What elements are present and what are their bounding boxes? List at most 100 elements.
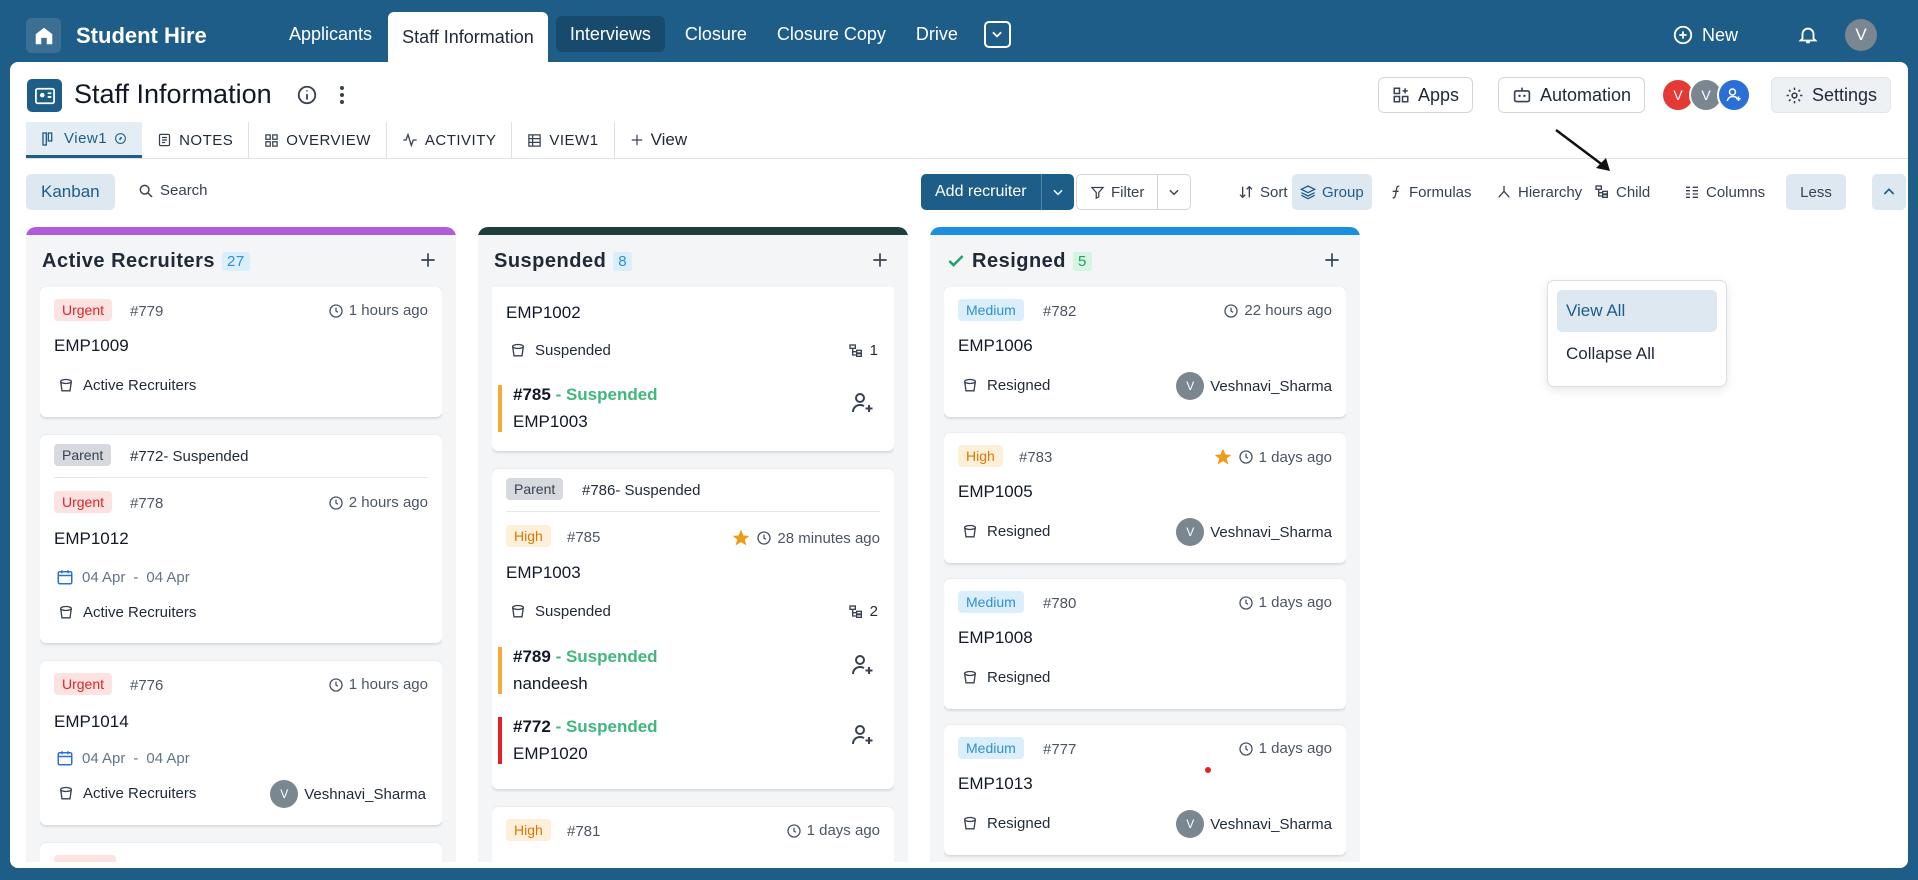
kanban-column-suspended: Suspended 8 EMP1002 Suspended 1 #785 - S… [478,227,908,862]
clock-icon [329,677,343,692]
view-tabs: View1 NOTES OVERVIEW ACTIVITY VIEW1 View [26,122,702,158]
nav-more-chevron-icon[interactable] [983,20,1011,48]
child-button[interactable]: Child [1586,174,1658,210]
settings-button[interactable]: Settings [1771,77,1892,113]
apps-button[interactable]: Apps [1378,77,1474,113]
child-task[interactable]: #789 - Suspended nandeesh [498,647,888,694]
add-view-button[interactable]: View [615,122,703,158]
compass-icon [115,133,127,144]
formulas-button[interactable]: Formulas [1381,174,1480,210]
more-options-icon[interactable] [338,84,346,106]
columns-button[interactable]: Columns [1676,174,1773,210]
chevron-down-icon[interactable] [1042,174,1074,210]
priority-badge: Urgent [54,673,113,695]
priority-badge [54,855,116,862]
filter-button[interactable]: Filter [1076,174,1192,210]
add-recruiter-label[interactable]: Add recruiter [921,174,1042,210]
employee-id: EMP1009 [54,336,129,355]
chevron-up-icon[interactable] [1872,174,1906,210]
clock-icon [786,823,801,838]
home-icon[interactable] [26,18,61,53]
child-task[interactable]: #785 - Suspended EMP1003 [498,385,888,432]
subtask-count[interactable]: 2 [848,603,878,620]
kanban-button[interactable]: Kanban [26,174,115,210]
start-date: 04 Apr [82,749,126,767]
tab-view1-table[interactable]: VIEW1 [512,122,615,158]
time-ago: 1 days ago [1238,594,1332,611]
task-card[interactable]: Medium #777 1 days ago EMP1013 Resigned … [944,725,1346,855]
add-card-icon[interactable] [418,250,438,270]
user-avatar[interactable]: V [1845,19,1877,51]
star-icon[interactable] [1213,447,1233,467]
time-ago-text: 1 days ago [1258,740,1332,757]
info-icon[interactable] [296,84,318,106]
assignee[interactable]: V Veshnavi_Sharma [1176,518,1332,546]
less-button[interactable]: Less [1786,174,1846,210]
task-card[interactable]: EMP1002 Suspended 1 #785 - Suspended EMP… [492,287,894,451]
task-id: #779 [130,303,164,320]
task-card[interactable]: High #781 1 days ago [492,807,894,862]
filter-main[interactable]: Filter [1077,175,1159,209]
task-card[interactable]: Urgent #776 1 hours ago EMP1014 04 Apr -0… [40,661,442,825]
menu-item-collapse-all[interactable]: Collapse All [1557,333,1717,375]
group-button[interactable]: Group [1292,174,1372,210]
bell-icon[interactable] [1797,24,1819,46]
task-card[interactable]: Medium #782 22 hours ago EMP1006 Resigne… [944,287,1346,417]
new-button[interactable]: New [1672,24,1738,46]
task-id: #776 [130,677,164,694]
date-range: 04 Apr -04 Apr [56,749,190,767]
column-count: 5 [1073,251,1092,271]
column-color-bar [26,227,456,235]
task-card[interactable]: Medium #780 1 days ago EMP1008 Resigned [944,579,1346,709]
member-avatars[interactable]: V V [1661,78,1751,112]
assign-user-icon[interactable] [850,391,874,415]
sort-icon [1239,185,1253,199]
add-member-icon[interactable] [1717,78,1751,112]
star-icon[interactable] [731,528,751,548]
nav-tab-staff-information[interactable]: Staff Information [388,12,548,62]
date-range: 04 Apr -04 Apr [56,568,190,586]
nav-tab-interviews[interactable]: Interviews [555,16,665,52]
column-title: Resigned [972,249,1067,272]
task-card[interactable]: Parent #772- Suspended Urgent #778 2 hou… [40,435,442,643]
tab-overview[interactable]: OVERVIEW [249,122,387,158]
card-list: Urgent #779 1 hours ago EMP1009 Active R… [40,287,442,862]
column-color-bar [478,227,908,235]
add-recruiter-button[interactable]: Add recruiter [921,174,1074,210]
task-card[interactable]: High #783 1 days ago EMP1005 Resigned VV… [944,433,1346,563]
tab-activity[interactable]: ACTIVITY [387,122,513,158]
hierarchy-button[interactable]: Hierarchy [1488,174,1590,210]
assignee[interactable]: V Veshnavi_Sharma [270,780,426,808]
nav-tab-closure[interactable]: Closure [671,12,761,56]
tab-notes[interactable]: NOTES [142,122,250,158]
task-card[interactable]: Urgent #779 1 hours ago EMP1009 Active R… [40,287,442,417]
child-task[interactable]: #772 - Suspended EMP1020 [498,717,888,764]
column-header: Active Recruiters 27 [26,235,456,287]
assignee[interactable]: V Veshnavi_Sharma [1176,372,1332,400]
assignee-avatar: V [1176,372,1205,400]
sort-button[interactable]: Sort [1230,174,1296,210]
assignee-avatar: V [270,780,299,808]
task-card[interactable]: Parent #786- Suspended High #785 28 minu… [492,469,894,789]
assign-user-icon[interactable] [850,723,874,747]
columns-label: Columns [1706,183,1766,201]
search-button[interactable]: Search [138,182,208,199]
subtask-count[interactable]: 1 [848,342,878,359]
automation-button[interactable]: Automation [1498,77,1646,113]
menu-item-view-all[interactable]: View All [1557,290,1717,332]
status-text: Resigned [987,815,1051,832]
tab-view1-table-label: VIEW1 [549,131,599,149]
divider [506,511,880,512]
task-card[interactable] [40,843,442,862]
assign-user-icon[interactable] [850,653,874,677]
nav-tab-applicants[interactable]: Applicants [275,12,386,56]
nav-tab-drive[interactable]: Drive [902,12,972,56]
add-card-icon[interactable] [1322,250,1342,270]
assignee[interactable]: V Veshnavi_Sharma [1176,810,1332,838]
nav-tab-closure-copy[interactable]: Closure Copy [763,12,900,56]
add-card-icon[interactable] [870,250,890,270]
status-label: Active Recruiters [58,377,196,394]
clock-icon [1238,741,1253,756]
tab-view1[interactable]: View1 [26,122,143,158]
chevron-down-icon[interactable] [1158,175,1190,209]
